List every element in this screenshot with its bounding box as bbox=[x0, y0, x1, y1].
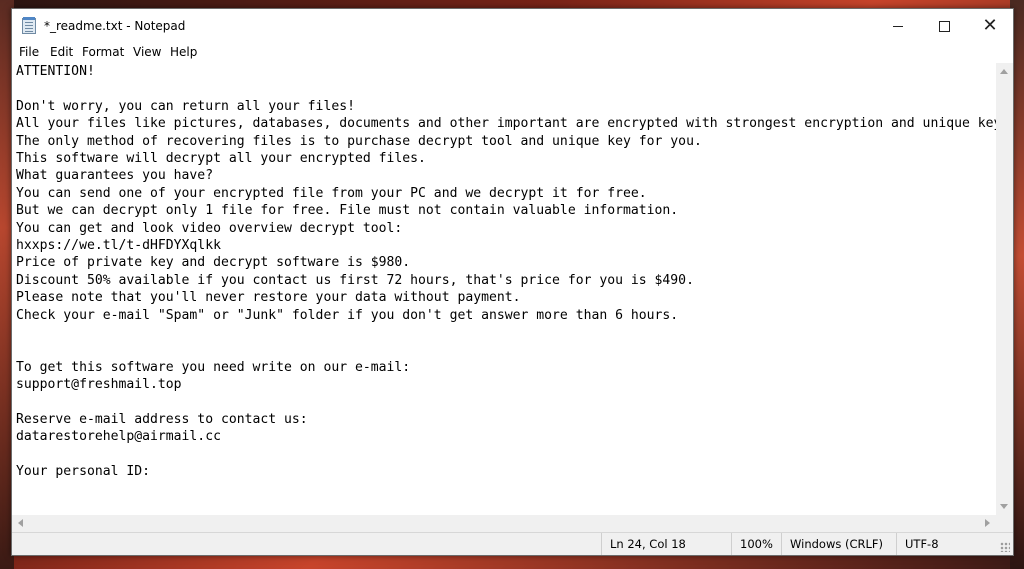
text-line: To get this software you need write on o… bbox=[16, 359, 411, 375]
text-line: Reserve e-mail address to contact us: bbox=[16, 412, 308, 427]
text-line: You can get and look video overview decr… bbox=[16, 220, 403, 236]
notepad-window: *_readme.txt - Notepad ✕ File Edit Forma… bbox=[11, 8, 1014, 556]
text-line: Your personal ID: bbox=[16, 464, 151, 480]
menu-help[interactable]: Help bbox=[170, 45, 197, 59]
menu-view[interactable]: View bbox=[133, 45, 161, 59]
maximize-icon bbox=[938, 20, 950, 32]
text-line: The only method of recovering files is t… bbox=[16, 133, 702, 149]
status-line-ending: Windows (CRLF) bbox=[781, 533, 896, 555]
close-button[interactable]: ✕ bbox=[967, 9, 1013, 43]
text-line: All your files like pictures, databases,… bbox=[16, 116, 996, 132]
text-line: What guarantees you have? bbox=[16, 168, 214, 184]
text-line: Please note that you'll never restore yo… bbox=[16, 290, 521, 306]
text-line: Price of private key and decrypt softwar… bbox=[16, 255, 411, 271]
text-line: datarestorehelp@airmail.cc bbox=[16, 429, 221, 445]
maximize-button[interactable] bbox=[921, 9, 967, 43]
close-icon: ✕ bbox=[982, 15, 998, 36]
status-bar: Ln 24, Col 18 100% Windows (CRLF) UTF-8 bbox=[12, 532, 1013, 555]
text-line: You can send one of your encrypted file … bbox=[16, 185, 647, 201]
minimize-icon bbox=[893, 25, 903, 27]
menu-file[interactable]: File bbox=[19, 45, 39, 59]
vertical-scrollbar[interactable] bbox=[996, 63, 1013, 515]
status-zoom: 100% bbox=[731, 533, 781, 555]
text-editor[interactable]: ATTENTION! Don't worry, you can return a… bbox=[12, 63, 996, 515]
menu-edit[interactable]: Edit bbox=[50, 45, 73, 59]
menu-format[interactable]: Format bbox=[82, 45, 124, 59]
menu-bar: File Edit Format View Help bbox=[12, 43, 1013, 63]
title-bar[interactable]: *_readme.txt - Notepad ✕ bbox=[12, 9, 1013, 43]
scroll-left-arrow-icon[interactable] bbox=[18, 519, 23, 527]
notepad-icon[interactable] bbox=[22, 17, 36, 34]
status-position: Ln 24, Col 18 bbox=[601, 533, 735, 555]
text-line: Discount 50% available if you contact us… bbox=[16, 272, 694, 288]
scroll-up-arrow-icon[interactable] bbox=[1000, 69, 1008, 74]
text-line: This software will decrypt all your encr… bbox=[16, 151, 426, 166]
scrollbar-corner bbox=[996, 515, 1013, 532]
text-line: Check your e-mail "Spam" or "Junk" folde… bbox=[16, 307, 679, 323]
window-title: *_readme.txt - Notepad bbox=[44, 19, 186, 33]
minimize-button[interactable] bbox=[875, 9, 921, 43]
resize-grip-icon[interactable] bbox=[1000, 542, 1010, 552]
horizontal-scrollbar[interactable] bbox=[12, 515, 996, 532]
text-line: But we can decrypt only 1 file for free.… bbox=[16, 203, 679, 219]
scroll-right-arrow-icon[interactable] bbox=[985, 519, 990, 527]
text-line: ATTENTION! bbox=[16, 64, 95, 79]
scroll-down-arrow-icon[interactable] bbox=[1000, 504, 1008, 509]
text-line: hxxps://we.tl/t-dHFDYXqlkk bbox=[16, 238, 221, 253]
status-encoding: UTF-8 bbox=[896, 533, 996, 555]
text-line: Don't worry, you can return all your fil… bbox=[16, 98, 355, 114]
text-line: support@freshmail.top bbox=[16, 377, 182, 393]
